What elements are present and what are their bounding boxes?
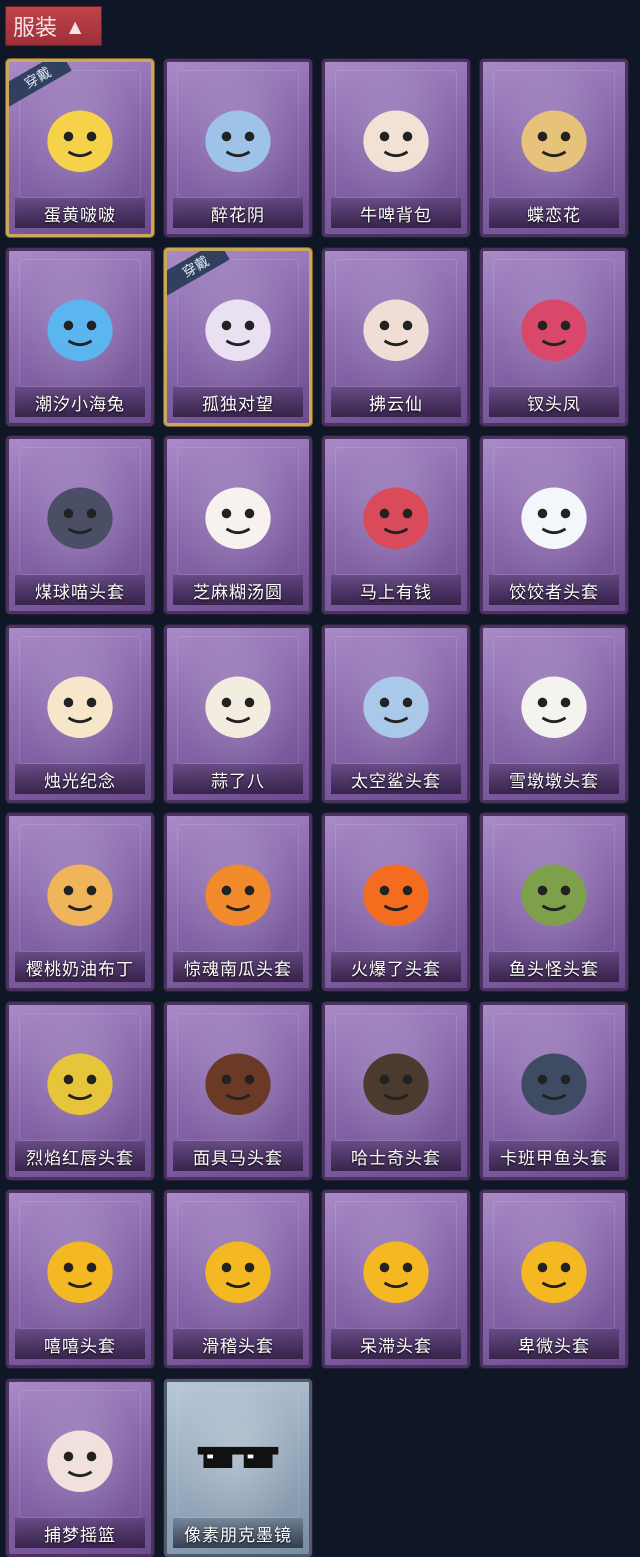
costume-card[interactable]: 哈士奇头套 (322, 1002, 470, 1180)
costume-card[interactable]: 滑稽头套 (164, 1190, 312, 1368)
shark-head-icon (348, 654, 444, 750)
costume-name: 鱼头怪头套 (489, 952, 619, 982)
costume-card[interactable]: 烛光纪念 (6, 625, 154, 803)
costume-card[interactable]: 太空鲨头套 (322, 625, 470, 803)
dumpling-icon (190, 465, 286, 561)
candle-icon (32, 654, 128, 750)
costume-name: 烈焰红唇头套 (15, 1141, 145, 1171)
costume-card[interactable]: 钗头凤 (480, 248, 628, 426)
costume-card[interactable]: 牛啤背包 (322, 59, 470, 237)
costume-card[interactable]: 捕梦摇篮 (6, 1379, 154, 1557)
costume-card[interactable]: 马上有钱 (322, 436, 470, 614)
costume-name: 惊魂南瓜头套 (173, 952, 303, 982)
costume-name: 捕梦摇篮 (15, 1518, 145, 1548)
costume-card[interactable]: 煤球喵头套 (6, 436, 154, 614)
costume-name: 蒜了八 (173, 764, 303, 794)
costume-card[interactable]: 潮汐小海兔 (6, 248, 154, 426)
fire-head-icon (348, 842, 444, 938)
costume-name: 潮汐小海兔 (15, 387, 145, 417)
costume-card[interactable]: 嘻嘻头套 (6, 1190, 154, 1368)
horse-mask-icon (190, 1031, 286, 1127)
stare-emoji-icon (348, 1219, 444, 1315)
costume-name: 雪墩墩头套 (489, 764, 619, 794)
costume-card[interactable]: 惊魂南瓜头套 (164, 813, 312, 991)
costume-card[interactable]: 鱼头怪头套 (480, 813, 628, 991)
costume-card[interactable]: 穿戴 孤独对望 (164, 248, 312, 426)
cat-head-icon (32, 465, 128, 561)
costume-card[interactable]: 芝麻糊汤圆 (164, 436, 312, 614)
costume-card[interactable]: 面具马头套 (164, 1002, 312, 1180)
humble-emoji-icon (506, 1219, 602, 1315)
garlic-icon (190, 654, 286, 750)
pumpkin-icon (190, 842, 286, 938)
grin-emoji-icon (32, 1219, 128, 1315)
costume-name: 饺饺者头套 (489, 575, 619, 605)
snowman-head-icon (506, 654, 602, 750)
costume-card[interactable]: 蝶恋花 (480, 59, 628, 237)
fish-mask-icon (506, 842, 602, 938)
fairy-charm-icon (348, 277, 444, 373)
costume-name: 孤独对望 (173, 387, 303, 417)
costume-name: 哈士奇头套 (331, 1141, 461, 1171)
costume-card[interactable]: 卡班甲鱼头套 (480, 1002, 628, 1180)
costume-card[interactable]: 火爆了头套 (322, 813, 470, 991)
costume-card[interactable]: 拂云仙 (322, 248, 470, 426)
costume-card[interactable]: 蒜了八 (164, 625, 312, 803)
egg-chick-icon (32, 88, 128, 184)
section-title: 服装 (13, 16, 58, 41)
pudding-icon (32, 842, 128, 938)
cow-mug-icon (348, 88, 444, 184)
costume-name: 樱桃奶油布丁 (15, 952, 145, 982)
horse-head-icon (348, 465, 444, 561)
dreamcatcher-icon (190, 88, 286, 184)
smirk-emoji-icon (190, 1219, 286, 1315)
costume-name: 滑稽头套 (173, 1329, 303, 1359)
costume-name: 面具马头套 (173, 1141, 303, 1171)
costume-name: 芝麻糊汤圆 (173, 575, 303, 605)
costume-section-header[interactable]: 服装 ▲ (5, 6, 102, 46)
costume-name: 牛啤背包 (331, 198, 461, 228)
costume-name: 像素朋克墨镜 (173, 1518, 303, 1548)
costume-card[interactable]: 雪墩墩头套 (480, 625, 628, 803)
costume-name: 卡班甲鱼头套 (489, 1141, 619, 1171)
costume-name: 蝶恋花 (489, 198, 619, 228)
costume-name: 拂云仙 (331, 387, 461, 417)
costume-card[interactable]: 呆滞头套 (322, 1190, 470, 1368)
costume-name: 烛光纪念 (15, 764, 145, 794)
sea-bunny-icon (32, 277, 128, 373)
costume-name: 蛋黄啵啵 (15, 198, 145, 228)
husky-mask-icon (348, 1031, 444, 1127)
costume-card[interactable]: 像素朋克墨镜 (164, 1379, 312, 1557)
cloud-dumpling-icon (506, 465, 602, 561)
costume-card[interactable]: 烈焰红唇头套 (6, 1002, 154, 1180)
costume-card[interactable]: 醉花阴 (164, 59, 312, 237)
costume-name: 火爆了头套 (331, 952, 461, 982)
costume-name: 醉花阴 (173, 198, 303, 228)
costume-name: 煤球喵头套 (15, 575, 145, 605)
costume-name: 卑微头套 (489, 1329, 619, 1359)
phoenix-crown-icon (506, 277, 602, 373)
chevron-up-icon: ▲ (69, 16, 82, 36)
costume-card[interactable]: 樱桃奶油布丁 (6, 813, 154, 991)
costume-card[interactable]: 穿戴 蛋黄啵啵 (6, 59, 154, 237)
costume-name: 嘻嘻头套 (15, 1329, 145, 1359)
pixel-sunglasses-icon (190, 1408, 286, 1504)
bell-ornament-icon (506, 88, 602, 184)
dream-head-icon (32, 1408, 128, 1504)
pikachu-mask-icon (32, 1031, 128, 1127)
doll-charm-icon (190, 277, 286, 373)
costume-name: 钗头凤 (489, 387, 619, 417)
costume-name: 马上有钱 (331, 575, 461, 605)
costume-card[interactable]: 卑微头套 (480, 1190, 628, 1368)
costume-name: 呆滞头套 (331, 1329, 461, 1359)
costume-card[interactable]: 饺饺者头套 (480, 436, 628, 614)
costume-name: 太空鲨头套 (331, 764, 461, 794)
turtle-head-icon (506, 1031, 602, 1127)
